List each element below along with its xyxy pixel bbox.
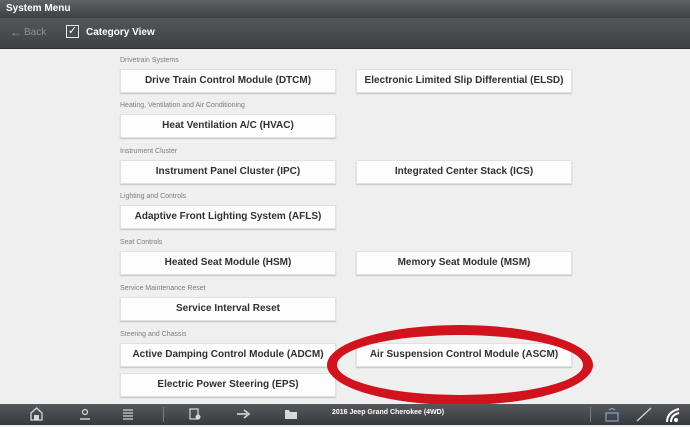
toolbar: ← Back ✓ Category View (0, 18, 690, 49)
hsm-button[interactable]: Heated Seat Module (HSM) (120, 251, 336, 275)
ics-button[interactable]: Integrated Center Stack (ICS) (356, 160, 572, 184)
scan-icon[interactable] (188, 407, 202, 425)
section-header: Heating, Ventilation and Air Conditionin… (120, 102, 245, 109)
back-button[interactable]: Back (24, 27, 46, 38)
vehicle-label: 2016 Jeep Grand Cherokee (4WD) (332, 409, 445, 416)
hvac-button[interactable]: Heat Ventilation A/C (HVAC) (120, 114, 336, 138)
service-interval-reset-button[interactable]: Service Interval Reset (120, 297, 336, 321)
section-drivetrain: Drivetrain Systems Drive Train Control M… (120, 55, 572, 93)
section-header: Steering and Chassis (120, 331, 187, 338)
arrow-left-icon[interactable]: ← (10, 25, 22, 39)
window-title: System Menu (6, 3, 71, 14)
tools-icon[interactable] (235, 407, 251, 425)
signal-off-icon[interactable] (636, 407, 652, 426)
section-header: Service Maintenance Reset (120, 285, 206, 292)
section-hvac: Heating, Ventilation and Air Conditionin… (120, 100, 336, 138)
vehicle-id-icon[interactable] (78, 407, 92, 425)
section-header: Drivetrain Systems (120, 57, 179, 64)
eps-button[interactable]: Electric Power Steering (EPS) (120, 373, 336, 397)
section-lighting: Lighting and Controls Adaptive Front Lig… (120, 191, 336, 229)
adcm-button[interactable]: Active Damping Control Module (ADCM) (120, 343, 336, 367)
msm-button[interactable]: Memory Seat Module (MSM) (356, 251, 572, 275)
divider (590, 407, 591, 422)
section-service-maintenance: Service Maintenance Reset Service Interv… (120, 283, 336, 321)
section-steering-chassis: Steering and Chassis Active Damping Cont… (120, 329, 572, 397)
wireless-icon[interactable] (664, 407, 684, 427)
home-icon[interactable] (30, 407, 43, 425)
folder-icon[interactable] (284, 407, 298, 425)
divider (163, 407, 164, 422)
afls-button[interactable]: Adaptive Front Lighting System (AFLS) (120, 205, 336, 229)
section-seat-controls: Seat Controls Heated Seat Module (HSM) M… (120, 237, 572, 275)
section-header: Instrument Cluster (120, 148, 178, 155)
bottom-bar: 2016 Jeep Grand Cherokee (4WD) (0, 404, 690, 425)
section-header: Lighting and Controls (120, 193, 187, 200)
ipc-button[interactable]: Instrument Panel Cluster (IPC) (120, 160, 336, 184)
system-list: Drivetrain Systems Drive Train Control M… (0, 49, 690, 405)
elsd-button[interactable]: Electronic Limited Slip Differential (EL… (356, 69, 572, 93)
list-icon[interactable] (122, 407, 134, 425)
vci-status-icon[interactable] (605, 407, 619, 426)
category-view-checkbox[interactable]: ✓ (66, 25, 79, 38)
title-bar: System Menu (0, 0, 690, 18)
section-header: Seat Controls (120, 239, 163, 246)
category-view-label[interactable]: Category View (86, 27, 155, 38)
dtcm-button[interactable]: Drive Train Control Module (DTCM) (120, 69, 336, 93)
ascm-button[interactable]: Air Suspension Control Module (ASCM) (356, 343, 572, 367)
section-instrument-cluster: Instrument Cluster Instrument Panel Clus… (120, 146, 572, 184)
